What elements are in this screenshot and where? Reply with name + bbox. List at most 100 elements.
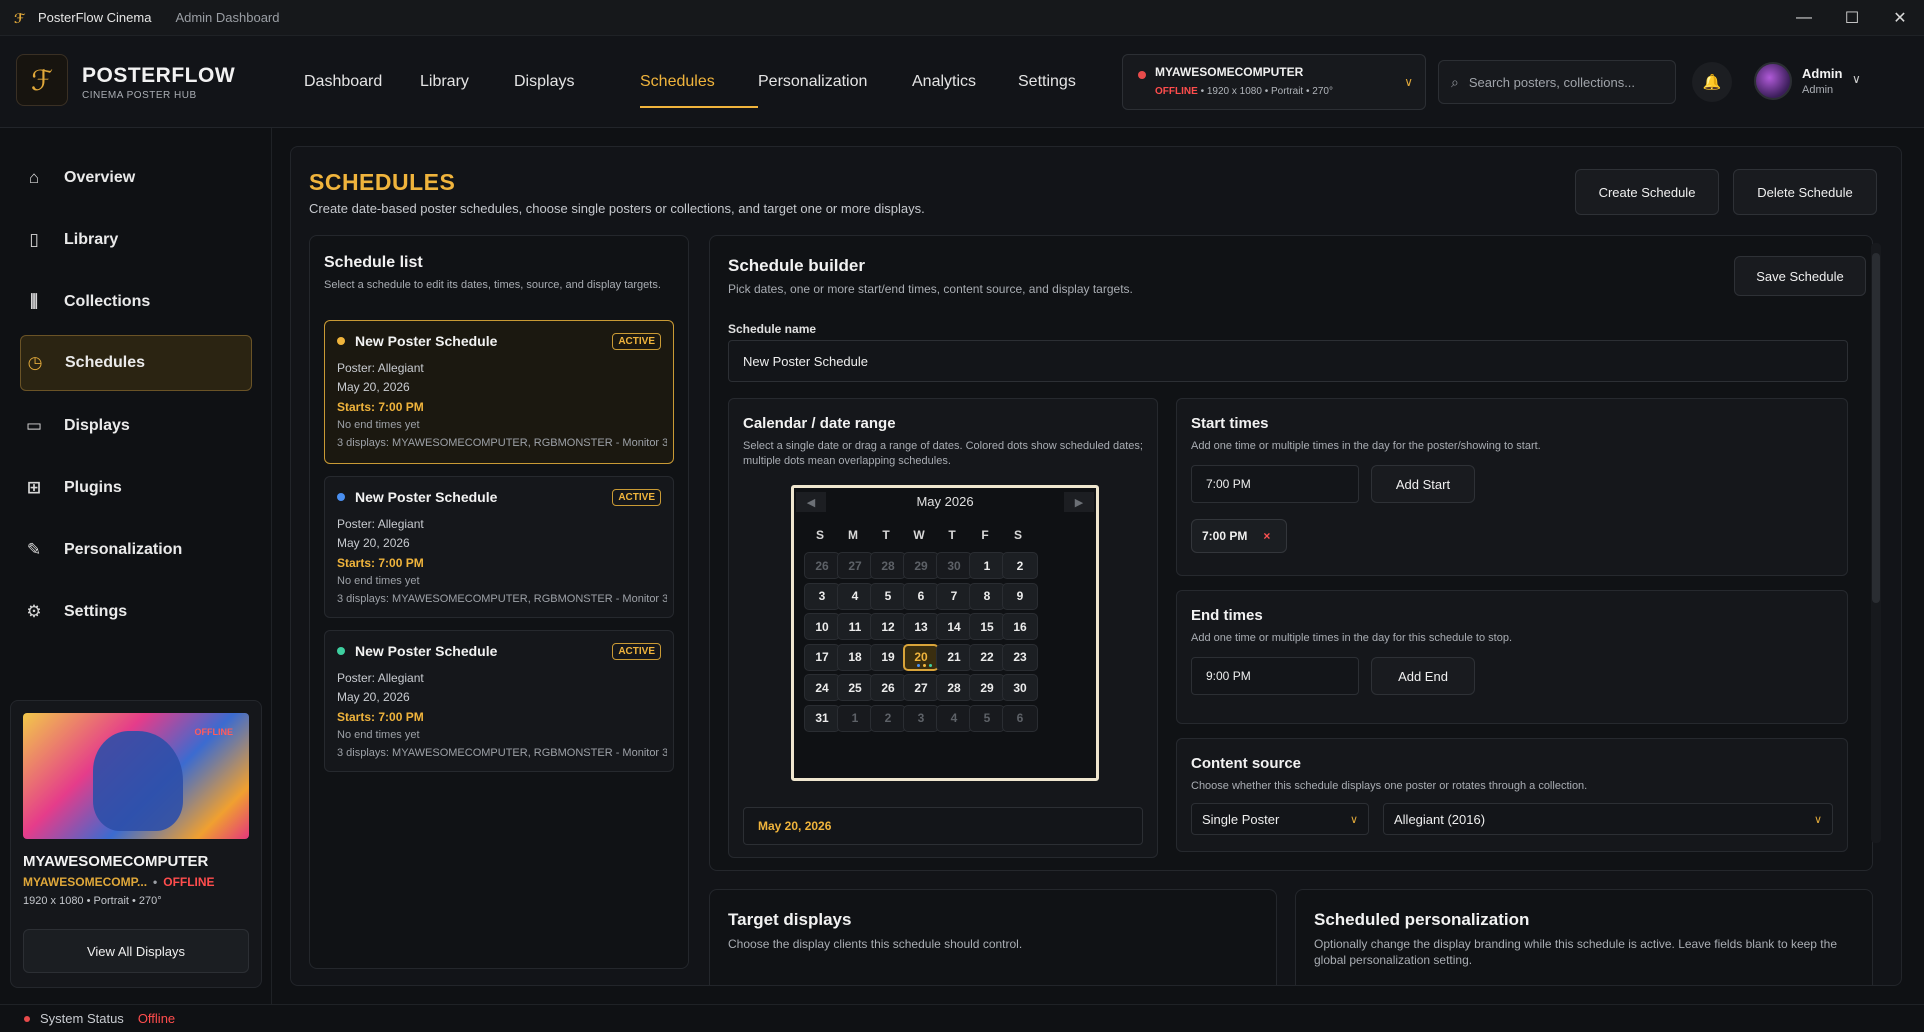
next-month-icon[interactable]: ▶ xyxy=(1064,492,1094,512)
calendar-day[interactable]: 24 xyxy=(804,674,840,701)
calendar-day[interactable]: 5 xyxy=(969,704,1005,732)
create-schedule-button[interactable]: Create Schedule xyxy=(1575,169,1719,215)
calendar-day[interactable]: 30 xyxy=(936,552,972,579)
add-start-button[interactable]: Add Start xyxy=(1371,465,1475,503)
calendar-day-number: 3 xyxy=(917,711,925,725)
calendar-day[interactable]: 15 xyxy=(969,613,1005,640)
remove-chip-icon[interactable]: × xyxy=(1263,529,1270,543)
end-time-input[interactable]: 9:00 PM xyxy=(1191,657,1359,695)
minimize-icon[interactable]: — xyxy=(1780,0,1828,36)
calendar-day[interactable]: 4 xyxy=(936,704,972,732)
poster-thumbnail[interactable]: OFFLINE xyxy=(23,713,249,839)
sidebar-item-overview[interactable]: ⌂ Overview xyxy=(20,150,252,206)
source-item-select[interactable]: Allegiant (2016) ∨ xyxy=(1383,803,1833,835)
nav-settings[interactable]: Settings xyxy=(1018,36,1098,128)
calendar-day[interactable]: 2 xyxy=(1002,552,1038,579)
calendar-day[interactable]: 31 xyxy=(804,704,840,732)
calendar-day[interactable]: 23 xyxy=(1002,643,1038,671)
builder-scrollbar[interactable] xyxy=(1871,243,1881,843)
calendar-day[interactable]: 16 xyxy=(1002,613,1038,640)
calendar-day[interactable]: 18 xyxy=(837,643,873,671)
source-type-select[interactable]: Single Poster ∨ xyxy=(1191,803,1369,835)
calendar-day[interactable]: 10 xyxy=(804,613,840,640)
start-times-panel: Start times Add one time or multiple tim… xyxy=(1176,398,1848,576)
calendar-day[interactable]: 5 xyxy=(870,582,906,610)
schedule-card[interactable]: New Poster Schedule ACTIVE Poster: Alleg… xyxy=(324,630,674,772)
save-schedule-button[interactable]: Save Schedule xyxy=(1734,256,1866,296)
nav-schedules[interactable]: Schedules xyxy=(640,36,758,128)
start-time-input[interactable]: 7:00 PM xyxy=(1191,465,1359,503)
calendar-day[interactable]: 13 xyxy=(903,613,939,640)
schedule-name-input[interactable]: New Poster Schedule xyxy=(728,340,1848,382)
calendar-day[interactable]: 2 xyxy=(870,704,906,732)
device-rotation: 270° xyxy=(1312,86,1333,97)
calendar-day[interactable]: 8 xyxy=(969,582,1005,610)
calendar-day[interactable]: 6 xyxy=(903,582,939,610)
calendar-day[interactable]: 20 xyxy=(903,643,939,671)
calendar-day[interactable]: 12 xyxy=(870,613,906,640)
sidebar-item-personalization[interactable]: ✎ Personalization xyxy=(20,522,252,578)
maximize-icon[interactable]: ☐ xyxy=(1828,0,1876,36)
calendar-day[interactable]: 17 xyxy=(804,643,840,671)
end-times-panel: End times Add one time or multiple times… xyxy=(1176,590,1848,724)
calendar-day[interactable]: 26 xyxy=(870,674,906,701)
nav-dashboard[interactable]: Dashboard xyxy=(304,36,420,128)
notification-bell-icon[interactable]: 🔔 xyxy=(1692,62,1732,102)
calendar-day[interactable]: 6 xyxy=(1002,704,1038,732)
calendar-day-number: 26 xyxy=(881,680,895,695)
sidebar-item-library[interactable]: ▯ Library xyxy=(20,212,252,268)
schedule-card-starts: Starts: 7:00 PM xyxy=(337,710,424,724)
schedule-card[interactable]: New Poster Schedule ACTIVE Poster: Alleg… xyxy=(324,476,674,618)
calendar-day[interactable]: 25 xyxy=(837,674,873,701)
nav-displays[interactable]: Displays xyxy=(514,36,640,128)
date-range-field[interactable]: May 20, 2026 xyxy=(743,807,1143,845)
sidebar-item-plugins[interactable]: ⊞ Plugins xyxy=(20,460,252,516)
sidebar-item-schedules[interactable]: ◷ Schedules xyxy=(20,335,252,391)
scrollbar-thumb[interactable] xyxy=(1872,253,1880,603)
poster-offline-overlay: OFFLINE xyxy=(194,727,234,737)
nav-schedules-label: Schedules xyxy=(640,73,715,90)
nav-library[interactable]: Library xyxy=(420,36,514,128)
calendar-day[interactable]: 7 xyxy=(936,582,972,610)
weekday-label: F xyxy=(981,528,989,542)
calendar-day[interactable]: 28 xyxy=(936,674,972,701)
calendar-day[interactable]: 27 xyxy=(903,674,939,701)
calendar-day[interactable]: 11 xyxy=(837,613,873,640)
calendar-day[interactable]: 29 xyxy=(969,674,1005,701)
monitor-icon: ▭ xyxy=(25,416,43,435)
calendar-day[interactable]: 1 xyxy=(969,552,1005,579)
sidebar-item-settings[interactable]: ⚙ Settings xyxy=(20,584,252,640)
gear-icon: ⚙ xyxy=(26,602,42,621)
nav-analytics[interactable]: Analytics xyxy=(912,36,1018,128)
sidebar-item-collections[interactable]: ⫼ Collections xyxy=(20,274,252,330)
calendar-day[interactable]: 1 xyxy=(837,704,873,732)
search-input[interactable] xyxy=(1468,74,1659,90)
calendar-day[interactable]: 4 xyxy=(837,582,873,610)
delete-schedule-button[interactable]: Delete Schedule xyxy=(1733,169,1877,215)
add-end-button[interactable]: Add End xyxy=(1371,657,1475,695)
top-header: ℱ POSTERFLOW CINEMA POSTER HUB Dashboard… xyxy=(0,36,1924,128)
calendar-day[interactable]: 3 xyxy=(903,704,939,732)
avatar[interactable] xyxy=(1754,62,1792,100)
close-icon[interactable]: ✕ xyxy=(1876,0,1924,36)
page-subtitle: Create date-based poster schedules, choo… xyxy=(309,201,925,216)
start-time-chip[interactable]: 7:00 PM × xyxy=(1191,519,1287,553)
calendar-day[interactable]: 26 xyxy=(804,552,840,579)
calendar-day[interactable]: 30 xyxy=(1002,674,1038,701)
calendar-day[interactable]: 28 xyxy=(870,552,906,579)
nav-personalization[interactable]: Personalization xyxy=(758,36,912,128)
calendar-day[interactable]: 22 xyxy=(969,643,1005,671)
calendar-day[interactable]: 19 xyxy=(870,643,906,671)
view-all-displays-button[interactable]: View All Displays xyxy=(23,929,249,973)
calendar-day[interactable]: 14 xyxy=(936,613,972,640)
calendar-day[interactable]: 29 xyxy=(903,552,939,579)
calendar-day[interactable]: 21 xyxy=(936,643,972,671)
sidebar-item-displays[interactable]: ▭ Displays xyxy=(20,398,252,454)
device-selector[interactable]: MYAWESOMECOMPUTER OFFLINE • 1920 x 1080 … xyxy=(1122,54,1426,110)
search-box[interactable]: ⌕ xyxy=(1438,60,1676,104)
user-menu-chevron-icon[interactable]: ∨ xyxy=(1852,72,1861,86)
calendar-day[interactable]: 27 xyxy=(837,552,873,579)
calendar-day[interactable]: 3 xyxy=(804,582,840,610)
schedule-card[interactable]: New Poster Schedule ACTIVE Poster: Alleg… xyxy=(324,320,674,464)
calendar-day[interactable]: 9 xyxy=(1002,582,1038,610)
